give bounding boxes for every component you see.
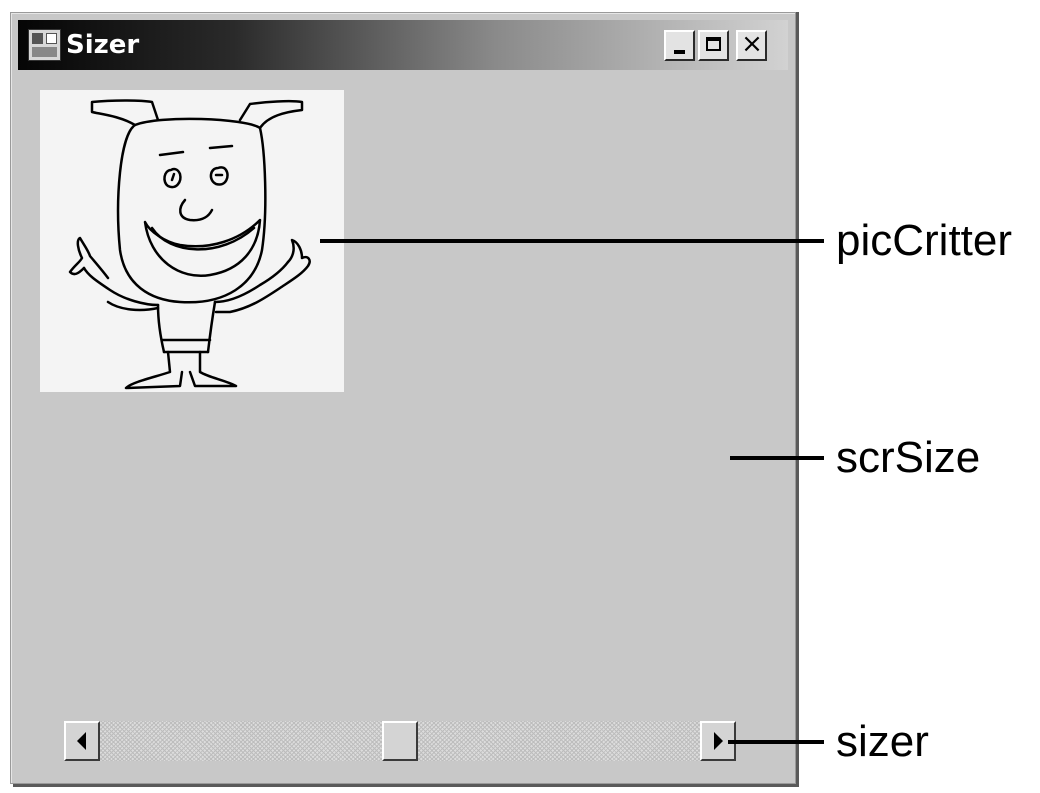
scroll-thumb[interactable] [382, 721, 418, 761]
title-bar[interactable]: Sizer × [18, 20, 788, 70]
critter-drawing [68, 99, 311, 390]
form-leader-line [730, 456, 824, 460]
callout-scrsize: scrSize [836, 433, 981, 482]
sizer-scrollbar[interactable] [64, 721, 736, 761]
minimize-icon [674, 50, 685, 54]
close-button[interactable]: × [736, 30, 767, 61]
callout-sizer: sizer [836, 717, 929, 766]
picture-box-critter [40, 90, 344, 392]
window-title: Sizer [66, 30, 140, 60]
minimize-button[interactable] [664, 30, 695, 61]
pic-leader-line [320, 239, 824, 243]
maximize-button[interactable] [698, 30, 729, 61]
arrow-left-icon [77, 732, 86, 750]
callout-piccritter: picCritter [836, 216, 1013, 265]
sizer-window: Sizer × [10, 12, 796, 784]
close-icon: × [741, 29, 763, 59]
scroll-left-button[interactable] [64, 721, 100, 761]
scroll-leader-line [728, 740, 824, 744]
maximize-icon [706, 37, 721, 51]
form-app-icon[interactable] [28, 29, 61, 61]
